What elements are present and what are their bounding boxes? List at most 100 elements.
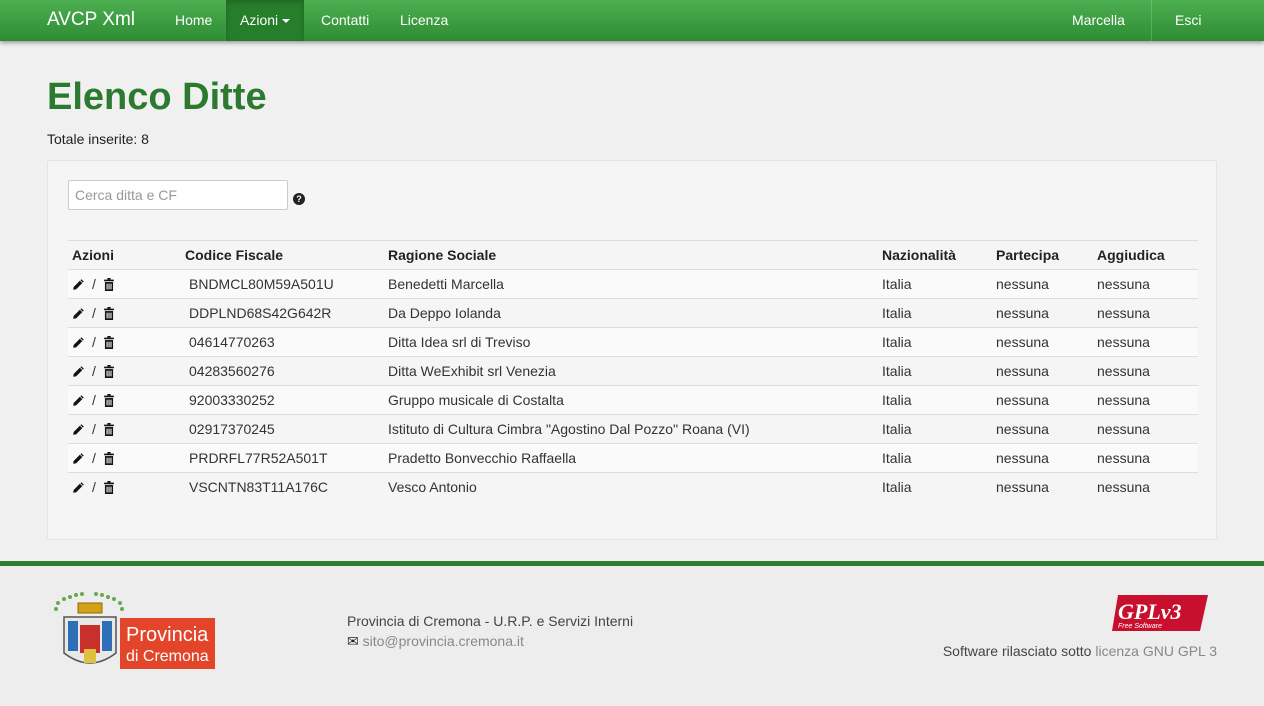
trash-icon[interactable] bbox=[103, 421, 115, 437]
col-codice-fiscale[interactable]: Codice Fiscale bbox=[181, 240, 384, 270]
nav-logout[interactable]: Esci bbox=[1161, 0, 1215, 41]
table-row: / PRDRFL77R52A501T Pradetto Bonvecchio Raf… bbox=[68, 443, 1198, 473]
brand-link[interactable]: AVCP Xml bbox=[47, 9, 135, 31]
gpl-badge-subtext: Free Software bbox=[1118, 623, 1162, 630]
email-link[interactable]: sito@provincia.cremona.it bbox=[363, 633, 524, 649]
cell-partecipa: nessuna bbox=[992, 269, 1093, 299]
cell-codice-fiscale: VSCNTN83T11A176C bbox=[181, 472, 384, 502]
cell-ragione-sociale: Pradetto Bonvecchio Raffaella bbox=[384, 443, 878, 473]
pencil-icon[interactable] bbox=[72, 276, 85, 292]
cell-nazionalita: Italia bbox=[878, 269, 992, 299]
pencil-icon[interactable] bbox=[72, 450, 85, 466]
action-separator: / bbox=[92, 421, 96, 437]
cell-aggiudica: nessuna bbox=[1093, 472, 1198, 502]
page-title: Elenco Ditte bbox=[47, 76, 267, 118]
row-actions: / bbox=[68, 472, 181, 502]
table-row: / 92003330252 Gruppo musicale di Costalta I… bbox=[68, 385, 1198, 415]
cell-partecipa: nessuna bbox=[992, 385, 1093, 415]
pencil-icon[interactable] bbox=[72, 363, 85, 379]
cell-nazionalita: Italia bbox=[878, 327, 992, 357]
license-link[interactable]: licenza GNU GPL 3 bbox=[1095, 643, 1217, 659]
cell-partecipa: nessuna bbox=[992, 298, 1093, 328]
action-separator: / bbox=[92, 479, 96, 496]
cell-nazionalita: Italia bbox=[878, 356, 992, 386]
action-separator: / bbox=[92, 334, 96, 350]
nav-user[interactable]: Marcella bbox=[1058, 0, 1139, 41]
trash-icon[interactable] bbox=[103, 305, 115, 321]
cell-aggiudica: nessuna bbox=[1093, 385, 1198, 415]
cell-ragione-sociale: Gruppo musicale di Costalta bbox=[384, 385, 878, 415]
cell-aggiudica: nessuna bbox=[1093, 327, 1198, 357]
row-actions: / bbox=[68, 327, 181, 357]
table-row: / 04283560276 Ditta WeExhibit srl Venezia I… bbox=[68, 356, 1198, 386]
cell-partecipa: nessuna bbox=[992, 443, 1093, 473]
cell-aggiudica: nessuna bbox=[1093, 443, 1198, 473]
logo-text-cremona: di Cremona bbox=[126, 648, 209, 665]
help-icon[interactable]: ? bbox=[293, 193, 305, 205]
cell-partecipa: nessuna bbox=[992, 356, 1093, 386]
gpl-badge[interactable]: GPLv3 Free Software bbox=[1112, 593, 1212, 636]
action-separator: / bbox=[92, 276, 96, 292]
pencil-icon[interactable] bbox=[72, 305, 85, 321]
row-actions: / bbox=[68, 414, 181, 444]
col-azioni[interactable]: Azioni bbox=[68, 240, 181, 270]
nav-azioni-dropdown[interactable]: Azioni bbox=[226, 0, 305, 41]
gpl-badge-text: GPLv3 bbox=[1118, 599, 1182, 624]
envelope-icon: ✉ bbox=[347, 633, 359, 649]
logo-text-provincia: Provincia bbox=[126, 624, 209, 646]
top-navbar: AVCP Xml Home Azioni Contatti Licenza Ma… bbox=[0, 0, 1264, 41]
companies-table: Azioni Codice Fiscale Ragione Sociale Na… bbox=[68, 240, 1198, 502]
license-text: Software rilasciato sotto bbox=[942, 643, 1092, 659]
row-actions: / bbox=[68, 269, 181, 299]
row-actions: / bbox=[68, 298, 181, 328]
trash-icon[interactable] bbox=[103, 334, 115, 350]
nav-contatti[interactable]: Contatti bbox=[307, 0, 383, 41]
cell-partecipa: nessuna bbox=[992, 472, 1093, 502]
row-actions: / bbox=[68, 356, 181, 386]
trash-icon[interactable] bbox=[103, 479, 115, 495]
cell-codice-fiscale: 04614770263 bbox=[181, 327, 384, 357]
caret-down-icon bbox=[282, 19, 291, 24]
cell-nazionalita: Italia bbox=[878, 414, 992, 444]
trash-icon[interactable] bbox=[103, 450, 115, 466]
cell-aggiudica: nessuna bbox=[1093, 298, 1198, 328]
pencil-icon[interactable] bbox=[72, 479, 85, 495]
action-separator: / bbox=[92, 450, 96, 466]
trash-icon[interactable] bbox=[103, 363, 115, 379]
row-actions: / bbox=[68, 443, 181, 473]
cell-nazionalita: Italia bbox=[878, 298, 992, 328]
cell-ragione-sociale: Vesco Antonio bbox=[384, 472, 878, 502]
cell-ragione-sociale: Benedetti Marcella bbox=[384, 269, 878, 299]
nav-home[interactable]: Home bbox=[161, 0, 226, 41]
cell-aggiudica: nessuna bbox=[1093, 414, 1198, 444]
pencil-icon[interactable] bbox=[72, 392, 85, 408]
cell-ragione-sociale: Ditta Idea srl di Treviso bbox=[384, 327, 878, 357]
nav-azioni-label: Azioni bbox=[240, 12, 279, 28]
footer: Provincia di Cremona Provincia di Cremon… bbox=[0, 561, 1264, 706]
footer-address: Provincia di Cremona - U.R.P. e Servizi … bbox=[347, 613, 634, 629]
cell-nazionalita: Italia bbox=[878, 443, 992, 473]
action-separator: / bbox=[92, 363, 96, 379]
provincia-logo[interactable]: Provincia di Cremona bbox=[50, 591, 220, 679]
nav-licenza[interactable]: Licenza bbox=[386, 0, 462, 41]
pencil-icon[interactable] bbox=[72, 421, 85, 437]
pencil-icon[interactable] bbox=[72, 334, 85, 350]
total-count: Totale inserite: 8 bbox=[47, 131, 149, 147]
trash-icon[interactable] bbox=[103, 276, 115, 292]
cell-ragione-sociale: Ditta WeExhibit srl Venezia bbox=[384, 356, 878, 386]
col-ragione-sociale[interactable]: Ragione Sociale bbox=[384, 240, 878, 270]
search-input[interactable] bbox=[68, 180, 288, 210]
col-partecipa[interactable]: Partecipa bbox=[992, 240, 1093, 270]
cell-codice-fiscale: BNDMCL80M59A501U bbox=[181, 269, 384, 299]
footer-email-line: ✉ sito@provincia.cremona.it bbox=[347, 633, 524, 650]
col-nazionalita[interactable]: Nazionalità bbox=[878, 240, 992, 270]
action-separator: / bbox=[92, 305, 96, 321]
table-row: / 04614770263 Ditta Idea srl di Treviso Ita… bbox=[68, 327, 1198, 357]
cell-nazionalita: Italia bbox=[878, 472, 992, 502]
cell-codice-fiscale: PRDRFL77R52A501T bbox=[181, 443, 384, 473]
cell-aggiudica: nessuna bbox=[1093, 269, 1198, 299]
col-aggiudica[interactable]: Aggiudica bbox=[1093, 240, 1198, 270]
table-row: / 02917370245 Istituto di Cultura Cimbra "… bbox=[68, 414, 1198, 444]
trash-icon[interactable] bbox=[103, 392, 115, 408]
cell-ragione-sociale: Istituto di Cultura Cimbra "Agostino Dal… bbox=[384, 414, 878, 444]
